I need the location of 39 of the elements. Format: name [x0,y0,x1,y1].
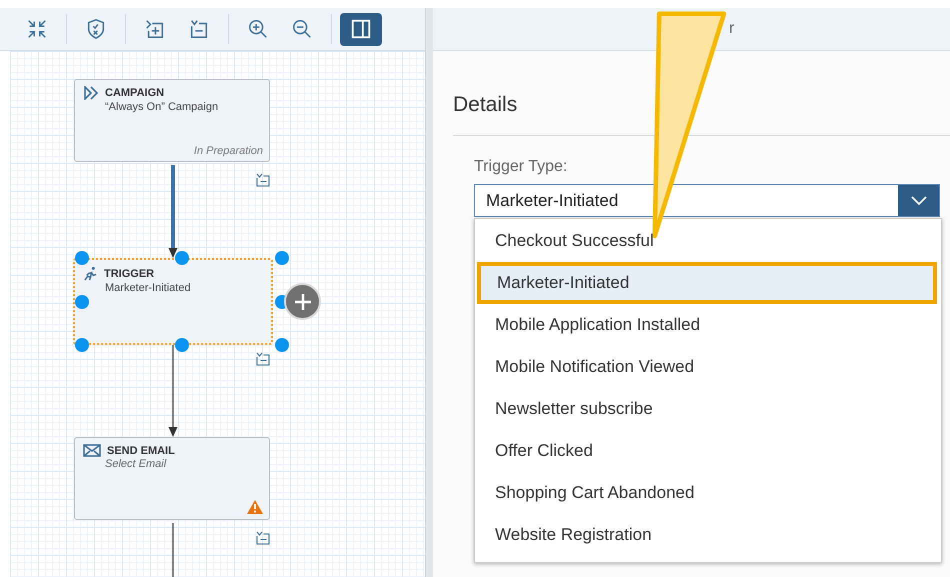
resize-handle[interactable] [75,338,89,352]
resize-handle[interactable] [275,251,289,265]
running-figure-icon [83,266,98,281]
flow-node[interactable]: SEND EMAIL Select Email [74,437,270,520]
add-step-button[interactable] [284,283,321,320]
resize-handle[interactable] [75,251,89,265]
dropdown-option[interactable]: Checkout Successful [475,220,941,262]
node-title: SEND EMAIL [107,444,175,456]
dropdown-option[interactable]: Offer Clicked [475,430,941,472]
flow-node[interactable]: CAMPAIGN “Always On” Campaign In Preparation [74,79,270,162]
dropdown-option[interactable]: Website Registration [475,514,941,556]
chevrons-icon [83,86,99,100]
resize-handle[interactable] [175,338,189,352]
warning-icon [247,500,263,514]
dropdown-option[interactable]: Marketer-Initiated [477,262,937,304]
node-subtitle: Select Email [105,458,168,470]
collapse-step-icon[interactable] [256,531,270,545]
envelope-icon [83,444,101,457]
resize-handle[interactable] [175,251,189,265]
flow-node[interactable]: TRIGGER Marketer-Initiated [73,258,273,345]
section-title: Details [453,93,518,117]
node-title: CAMPAIGN [105,87,164,99]
dropdown-option[interactable]: Mobile Application Installed [475,304,941,346]
node-status: In Preparation [194,145,263,157]
node-title: TRIGGER [104,268,154,280]
dropdown-option[interactable]: Shopping Cart Abandoned [475,472,941,514]
panel-title: r [729,20,734,38]
node-subtitle: Marketer-Initiated [105,282,192,294]
trigger-type-dropdown[interactable]: Marketer-Initiated [474,184,940,217]
side-panel-icon[interactable] [340,12,382,46]
resize-handle[interactable] [275,338,289,352]
node-subtitle: “Always On” Campaign [105,101,220,113]
dropdown-option[interactable]: Mobile Notification Viewed [475,346,941,388]
collapse-step-icon[interactable] [256,173,270,187]
dropdown-option[interactable]: Newsletter subscribe [475,388,941,430]
chevron-down-icon[interactable] [898,185,939,216]
field-label: Trigger Type: [474,158,568,176]
plus-icon [292,292,312,312]
collapse-step-icon[interactable] [256,352,270,366]
